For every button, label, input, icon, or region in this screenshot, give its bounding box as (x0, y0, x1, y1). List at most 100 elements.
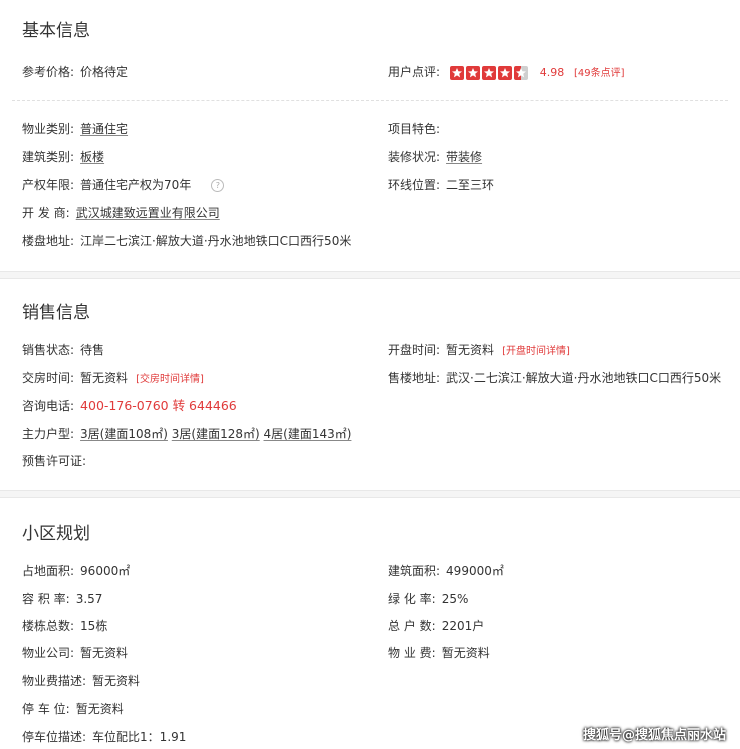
tenure-row: 产权年限: 普通住宅产权为70年? (22, 175, 225, 195)
section-title-basic: 基本信息 (22, 21, 90, 41)
far-value: 3.57 (75, 592, 103, 606)
sale-status-label: 销售状态: (22, 343, 75, 357)
address-row: 楼盘地址: 江岸二七滨江·解放大道·丹水池地铁口C口西行50米 (22, 231, 351, 251)
property-type-label: 物业类别: (22, 122, 75, 136)
star-icon (481, 66, 496, 80)
sales-office-row: 售楼地址: 武汉·二七滨江·解放大道·丹水池地铁口C口西行50米 (388, 368, 721, 388)
sales-office-value: 武汉·二七滨江·解放大道·丹水池地铁口C口西行50米 (446, 371, 722, 385)
ref-price-value: 价格待定 (80, 65, 129, 79)
section-title-plan: 小区规划 (22, 524, 90, 544)
sale-status-value: 待售 (80, 343, 105, 357)
developer-label: 开 发 商: (22, 206, 70, 220)
pm-company-row: 物业公司: 暂无资料 (22, 643, 128, 663)
half-star-icon (513, 66, 528, 80)
parking-desc-row: 停车位描述: 车位配比1：1.91 (22, 727, 186, 747)
star-icon (465, 66, 480, 80)
sale-status-row: 销售状态: 待售 (22, 340, 104, 360)
buildings-value: 15栋 (80, 619, 108, 633)
developer-row: 开 发 商: 武汉城建致远置业有限公司 (22, 203, 220, 223)
tenure-label: 产权年限: (22, 178, 75, 192)
address-label: 楼盘地址: (22, 234, 75, 248)
decoration-link[interactable]: 带装修 (446, 150, 482, 164)
households-value: 2201户 (441, 619, 485, 633)
rating-stars (449, 63, 530, 83)
delivery-row: 交房时间: 暂无资料 [交房时间详情] (22, 368, 204, 388)
far-label: 容 积 率: (22, 592, 70, 606)
land-area-row: 占地面积: 96000㎡ (22, 561, 130, 581)
divider (12, 100, 728, 101)
pm-fee-row: 物 业 费: 暂无资料 (388, 643, 490, 663)
rating-label: 用户点评: (388, 65, 441, 79)
help-icon[interactable]: ? (211, 179, 225, 192)
open-time-detail-link[interactable]: [开盘时间详情] (502, 346, 570, 357)
phone-row: 咨询电话: 400-176-0760 转 644466 (22, 396, 237, 416)
decoration-row: 装修状况: 带装修 (388, 147, 482, 167)
build-area-label: 建筑面积: (388, 564, 441, 578)
permit-row: 预售许可证: (22, 451, 92, 471)
section-divider (0, 490, 740, 498)
delivery-label: 交房时间: (22, 371, 75, 385)
rating-count-link[interactable]: [49条点评] (574, 68, 625, 79)
phone-label: 咨询电话: (22, 399, 75, 413)
parking-desc-label: 停车位描述: (22, 730, 87, 744)
pm-fee-label: 物 业 费: (388, 646, 436, 660)
property-type-link[interactable]: 普通住宅 (80, 122, 128, 136)
build-area-value: 499000㎡ (446, 564, 504, 578)
households-label: 总 户 数: (388, 619, 436, 633)
buildings-label: 楼栋总数: (22, 619, 75, 633)
parking-label: 停 车 位: (22, 702, 70, 716)
parking-row: 停 车 位: 暂无资料 (22, 699, 124, 719)
star-icon (449, 66, 464, 80)
building-type-link[interactable]: 板楼 (80, 150, 104, 164)
land-area-value: 96000㎡ (80, 564, 131, 578)
building-type-row: 建筑类别: 板楼 (22, 147, 104, 167)
ring-row: 环线位置: 二至三环 (388, 175, 494, 195)
open-time-row: 开盘时间: 暂无资料 [开盘时间详情] (388, 340, 570, 360)
green-value: 25% (441, 592, 469, 606)
pm-fee-desc-value: 暂无资料 (92, 674, 141, 688)
buildings-row: 楼栋总数: 15栋 (22, 616, 107, 636)
developer-link[interactable]: 武汉城建致远置业有限公司 (76, 206, 220, 220)
parking-value: 暂无资料 (75, 702, 124, 716)
open-time-label: 开盘时间: (388, 343, 441, 357)
watermark: 搜狐号@搜狐焦点丽水站 (582, 728, 726, 743)
star-icon (497, 66, 512, 80)
pm-fee-value: 暂无资料 (441, 646, 490, 660)
units-label: 主力户型: (22, 427, 75, 441)
section-divider (0, 271, 740, 279)
feature-row: 项目特色: (388, 119, 446, 139)
green-label: 绿 化 率: (388, 592, 436, 606)
delivery-value: 暂无资料 (80, 371, 129, 385)
pm-company-label: 物业公司: (22, 646, 75, 660)
sales-office-label: 售楼地址: (388, 371, 441, 385)
ref-price-row: 参考价格: 价格待定 (22, 62, 128, 82)
open-time-value: 暂无资料 (446, 343, 495, 357)
property-type-row: 物业类别: 普通住宅 (22, 119, 128, 139)
unit-link[interactable]: 3居(建面108㎡) (80, 427, 168, 441)
decoration-label: 装修状况: (388, 150, 441, 164)
land-area-label: 占地面积: (22, 564, 75, 578)
pm-company-value: 暂无资料 (80, 646, 129, 660)
permit-label: 预售许可证: (22, 454, 87, 468)
feature-label: 项目特色: (388, 122, 441, 136)
rating-row: 用户点评: 4.98 [49条点评] (388, 62, 625, 82)
rating-score: 4.98 (539, 66, 565, 79)
ring-label: 环线位置: (388, 178, 441, 192)
delivery-detail-link[interactable]: [交房时间详情] (136, 374, 204, 385)
tenure-value: 普通住宅产权为70年 (80, 178, 192, 192)
units-row: 主力户型: 3居(建面108㎡) 3居(建面128㎡) 4居(建面143㎡) (22, 424, 351, 444)
far-row: 容 积 率: 3.57 (22, 589, 102, 609)
unit-link[interactable]: 3居(建面128㎡) (172, 427, 260, 441)
ring-value: 二至三环 (446, 178, 495, 192)
parking-desc-value: 车位配比1：1.91 (92, 730, 187, 744)
pm-fee-desc-label: 物业费描述: (22, 674, 87, 688)
pm-fee-desc-row: 物业费描述: 暂无资料 (22, 671, 140, 691)
unit-link[interactable]: 4居(建面143㎡) (264, 427, 352, 441)
building-type-label: 建筑类别: (22, 150, 75, 164)
ref-price-label: 参考价格: (22, 65, 75, 79)
address-value: 江岸二七滨江·解放大道·丹水池地铁口C口西行50米 (80, 234, 352, 248)
section-title-sales: 销售信息 (22, 303, 90, 323)
phone-number[interactable]: 400-176-0760 转 644466 (80, 398, 237, 413)
build-area-row: 建筑面积: 499000㎡ (388, 561, 504, 581)
green-row: 绿 化 率: 25% (388, 589, 468, 609)
